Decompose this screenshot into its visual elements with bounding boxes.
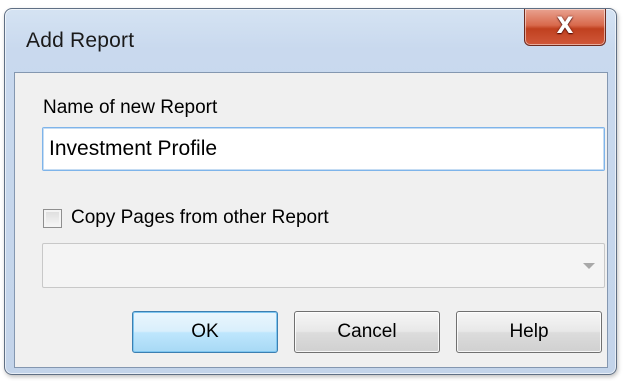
copy-pages-option[interactable]: Copy Pages from other Report (43, 207, 329, 229)
cancel-button[interactable]: Cancel (294, 311, 440, 353)
source-report-dropdown[interactable] (42, 243, 605, 288)
chevron-down-icon[interactable] (583, 263, 595, 269)
copy-pages-checkbox[interactable] (43, 208, 62, 228)
dialog-title: Add Report (26, 29, 135, 52)
add-report-dialog: Add Report X Name of new Report Copy Pag… (4, 8, 617, 375)
dialog-body: Name of new Report Copy Pages from other… (14, 72, 608, 368)
close-button[interactable]: X (524, 9, 606, 46)
report-name-input[interactable] (42, 127, 605, 171)
report-name-label: Name of new Report (43, 97, 218, 118)
ok-button[interactable]: OK (132, 311, 278, 353)
help-button[interactable]: Help (456, 311, 602, 353)
screen: Add Report X Name of new Report Copy Pag… (0, 0, 624, 381)
close-icon: X (556, 13, 574, 39)
copy-pages-label[interactable]: Copy Pages from other Report (71, 207, 329, 229)
